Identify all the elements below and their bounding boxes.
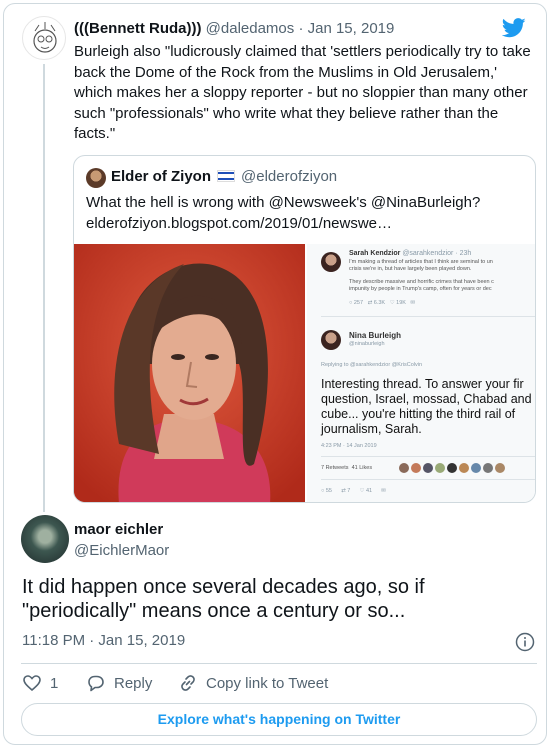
screenshot-time-2: 4:23 PM · 14 Jan 2019 — [321, 443, 377, 449]
quoted-tweet[interactable]: Elder of Ziyon @elderofziyon What the hel… — [73, 155, 536, 503]
actions-divider — [21, 663, 537, 664]
screenshot-avatar-1 — [321, 252, 341, 272]
screenshot-divider — [321, 316, 535, 317]
reply-timestamp[interactable]: 11:18 PM · Jan 15, 2019 — [22, 632, 185, 649]
copy-link-button[interactable]: Copy link to Tweet — [178, 673, 328, 693]
reply-author-handle[interactable]: @EichlerMaor — [74, 542, 169, 559]
screenshot-text-2c: cube... you're hitting the third rail of — [321, 407, 516, 421]
portrait-photo[interactable] — [74, 244, 305, 502]
screenshot-stat2-replies: 55 — [325, 488, 332, 494]
explore-twitter-button[interactable]: Explore what's happening on Twitter — [21, 703, 537, 736]
quote-author-handle[interactable]: @elderofziyon — [241, 168, 337, 185]
screenshot-avatar-2 — [321, 330, 341, 350]
screenshot-stat2-likes: 41 — [366, 488, 373, 494]
thread-connector — [43, 64, 45, 512]
like-button[interactable]: 1 — [22, 673, 58, 693]
screenshot-liker-avatars — [399, 463, 505, 473]
screenshot-text-2a: Interesting thread. To answer your fir — [321, 377, 524, 391]
quote-tweet-text: What the hell is wrong with @Newsweek's … — [86, 192, 526, 234]
screenshot-stats-1: ○ 257 ⇄ 6.3K ♡ 19K ✉ — [349, 300, 416, 306]
action-bar: 1 Reply Copy link to Tweet — [4, 673, 548, 693]
screenshot-text-1a: I'm making a thread of articles that I t… — [349, 259, 493, 265]
tweet-screenshot-image[interactable]: Sarah Kendzior @sarahkendzior · 23h I'm … — [307, 244, 535, 502]
screenshot-text-1c: They describe massive and horrific crime… — [349, 279, 494, 285]
screenshot-text-2d: journalism, Sarah. — [321, 422, 422, 436]
twitter-bird-icon[interactable] — [502, 18, 526, 38]
quote-author-name[interactable]: Elder of Ziyon — [111, 168, 211, 185]
screenshot-retweets: 7 Retweets — [321, 465, 349, 471]
screenshot-stats-2: ○ 55 ⇄ 7 ♡ 41 ✉ — [321, 488, 386, 494]
screenshot-handle-2: @ninaburleigh — [349, 341, 385, 347]
screenshot-handle-1: @sarahkendzior · 23h — [402, 250, 472, 257]
tweet-embed-card: (((Bennett Ruda))) @daledamos · Jan 15, … — [3, 3, 547, 745]
copy-link-label: Copy link to Tweet — [206, 674, 329, 692]
reply-avatar[interactable] — [21, 515, 69, 563]
screenshot-name-1: Sarah Kendzior @sarahkendzior · 23h — [349, 248, 471, 259]
screenshot-divider — [321, 456, 535, 457]
like-count: 1 — [50, 674, 59, 692]
parent-separator: · — [298, 20, 304, 37]
reply-bubble-icon — [88, 675, 104, 692]
reply-label: Reply — [114, 674, 153, 692]
screenshot-text-1b: crisis we're in, but have largely been p… — [349, 266, 472, 272]
parent-date[interactable]: Jan 15, 2019 — [308, 20, 395, 37]
parent-avatar[interactable] — [22, 16, 66, 60]
screenshot-stat-replies: 257 — [353, 300, 364, 306]
screenshot-stat2-retweets: 7 — [347, 488, 351, 494]
link-icon — [181, 675, 195, 691]
parent-author-name[interactable]: (((Bennett Ruda))) — [74, 20, 201, 37]
screenshot-name-2: Nina Burleigh — [349, 331, 402, 340]
reply-author-name[interactable]: maor eichler — [74, 521, 163, 538]
info-icon[interactable] — [515, 632, 535, 652]
screenshot-name-1-text: Sarah Kendzior — [349, 250, 401, 257]
parent-author-handle[interactable]: @daledamos — [206, 20, 295, 37]
screenshot-divider — [321, 479, 535, 480]
quote-link[interactable]: elderofziyon.blogspot.com/2019/01/newswe… — [86, 213, 526, 234]
screenshot-likes: 41 Likes — [351, 465, 373, 471]
heart-icon — [23, 675, 41, 692]
screenshot-stat-likes: 19K — [396, 300, 406, 306]
reply-tweet-text: It did happen once several decades ago, … — [22, 576, 425, 622]
quote-header: Elder of Ziyon @elderofziyon — [111, 168, 337, 185]
parent-tweet-text: Burleigh also "ludicrously claimed that … — [74, 43, 531, 142]
reply-button[interactable]: Reply — [86, 673, 152, 693]
screenshot-stat-retweets: 6.3K — [373, 300, 386, 306]
quote-avatar[interactable] — [86, 168, 106, 188]
israel-flag-icon — [217, 170, 236, 182]
screenshot-text-2b: question, Israel, mossad, Chabad and — [321, 392, 532, 406]
screenshot-engagement: 7 Retweets 41 Likes — [321, 465, 372, 472]
screenshot-text-1d: impunity by people in Trump's camp, ofte… — [349, 286, 492, 292]
screenshot-replying: Replying to @sarahkendzior @KrisColvin — [321, 362, 423, 368]
quote-text-line: What the hell is wrong with @Newsweek's … — [86, 194, 481, 211]
parent-header: (((Bennett Ruda))) @daledamos · Jan 15, … — [74, 20, 394, 37]
